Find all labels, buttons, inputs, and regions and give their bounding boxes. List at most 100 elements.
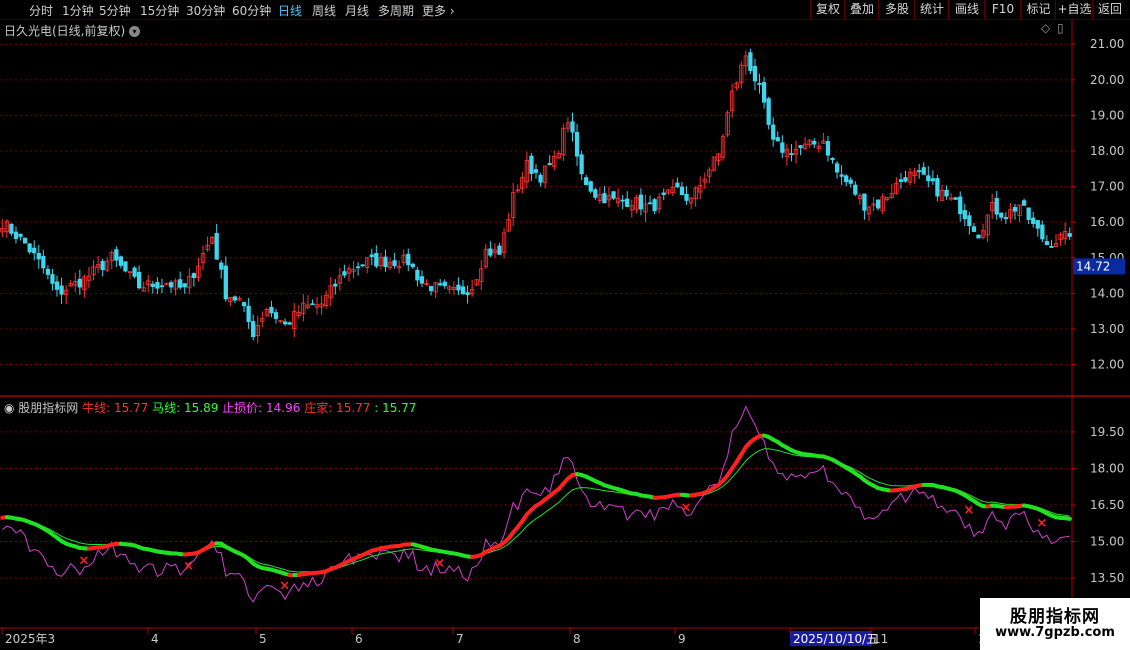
price-tick-label-6: 18.00 — [1090, 144, 1124, 158]
candle-body — [456, 284, 461, 291]
candle-body — [935, 178, 940, 197]
candle-body — [766, 98, 771, 125]
candle-body — [862, 193, 867, 211]
signal-marker-0: × — [78, 553, 89, 568]
kline-chart: 12.00 13.00 14.00 15.00 16.00 17.00 18.00 19.00… — [0, 20, 1130, 646]
price-tick-label-2: 14.00 — [1090, 286, 1124, 300]
signal-marker-2: × — [279, 579, 290, 594]
candle-body — [971, 226, 977, 232]
date-label-2: 5 — [259, 632, 267, 646]
price-tick-label-0: 12.00 — [1090, 358, 1124, 372]
candle-body — [661, 192, 666, 195]
candle-body — [638, 194, 644, 210]
candle-body — [77, 278, 82, 288]
candle-body — [392, 260, 397, 267]
candle-body — [438, 283, 443, 286]
candle-body — [415, 269, 420, 281]
candle-body — [1012, 206, 1018, 212]
candle-body — [178, 279, 183, 288]
candle-body — [538, 174, 543, 183]
candle-body — [406, 253, 411, 266]
candle-body — [241, 302, 247, 307]
candle-body — [825, 141, 831, 156]
candle-body — [967, 215, 972, 227]
candle-body — [251, 321, 256, 338]
candle-body — [50, 274, 55, 284]
candle-body — [625, 198, 630, 208]
candle-body — [123, 261, 128, 272]
date-label-6: 9 — [678, 632, 686, 646]
candle-body — [342, 271, 347, 276]
watermark-name: 股朋指标网 — [1010, 607, 1100, 627]
candle-body — [620, 199, 625, 202]
candle-body — [22, 237, 28, 244]
stock-title[interactable]: 日久光电(日线,前复权) ▾ — [4, 22, 141, 39]
candle-body — [54, 281, 60, 290]
candle-body — [944, 189, 949, 197]
candle-body — [844, 175, 849, 183]
candle-body — [32, 247, 37, 254]
candle-body — [246, 305, 251, 323]
candle-body — [419, 276, 425, 284]
candle-body — [59, 285, 64, 295]
indicator-item-0: 牛线: 15.77 — [82, 401, 153, 415]
candle-body — [269, 306, 274, 314]
candle-body — [839, 174, 844, 177]
signal-marker-3: × — [434, 556, 445, 571]
candle-body — [223, 265, 228, 300]
candle-body — [570, 121, 575, 133]
date-label-5: 8 — [573, 632, 581, 646]
candle-body — [287, 322, 292, 325]
candle-body — [273, 312, 279, 319]
date-label-8: 11 — [873, 632, 888, 646]
indicator-legend: ◉ 股朋指标网 牛线: 15.77 马线: 15.89 止损价: 14.96 庄… — [4, 399, 416, 416]
scroll-handle-icon[interactable]: ▯ — [1057, 21, 1064, 35]
candle-body — [853, 184, 858, 195]
candle-body — [232, 296, 238, 301]
candle-body — [898, 179, 904, 182]
candle-body — [930, 178, 936, 182]
candle-body — [848, 179, 853, 184]
candle-body — [775, 137, 780, 142]
date-label-7: 2025/10/10/五 — [793, 632, 878, 646]
candle-body — [748, 52, 753, 71]
candle-body — [310, 303, 315, 306]
candle-body — [999, 212, 1004, 218]
date-label-3: 6 — [355, 632, 363, 646]
candle-body — [602, 193, 607, 204]
price-tick-label-5: 17.00 — [1090, 180, 1124, 194]
stock-title-text: 日久光电(日线,前复权) — [4, 24, 126, 38]
candle-body — [771, 124, 776, 140]
candle-body — [150, 283, 155, 287]
indicator-item-1: 马线: 15.89 — [152, 401, 223, 415]
candle-body — [1049, 246, 1054, 248]
chevron-down-icon[interactable]: ▾ — [129, 26, 141, 37]
candle-body — [118, 256, 124, 266]
candle-body — [214, 232, 219, 260]
candle-body — [36, 253, 41, 260]
current-price-label: 14.72 — [1076, 259, 1110, 273]
candle-body — [155, 282, 160, 289]
candle-body — [1067, 233, 1072, 237]
candle-body — [574, 132, 580, 157]
diamond-icon[interactable]: ◇ — [1041, 21, 1050, 35]
candle-body — [684, 193, 689, 201]
candle-body — [9, 223, 14, 234]
ind-tick-label-2: 16.50 — [1090, 498, 1124, 512]
ind-tick-label-0: 13.50 — [1090, 571, 1124, 585]
candle-body — [830, 158, 835, 161]
indicator-item-3: 庄家: 15.77 — [304, 401, 375, 415]
candle-body — [333, 283, 338, 287]
candles — [0, 48, 1072, 344]
candle-body — [168, 282, 174, 288]
indicator-name[interactable]: ◉ 股朋指标网 — [4, 401, 82, 415]
candle-body — [903, 177, 908, 182]
candle-body — [611, 191, 616, 199]
indicator-item-4: : 15.77 — [374, 401, 417, 415]
signal-marker-6: × — [1036, 516, 1047, 531]
candle-body — [875, 199, 881, 209]
indicator-item-2: 止损价: 14.96 — [222, 401, 305, 415]
candle-body — [958, 196, 963, 215]
candle-body — [182, 283, 187, 288]
candle-body — [488, 248, 493, 256]
